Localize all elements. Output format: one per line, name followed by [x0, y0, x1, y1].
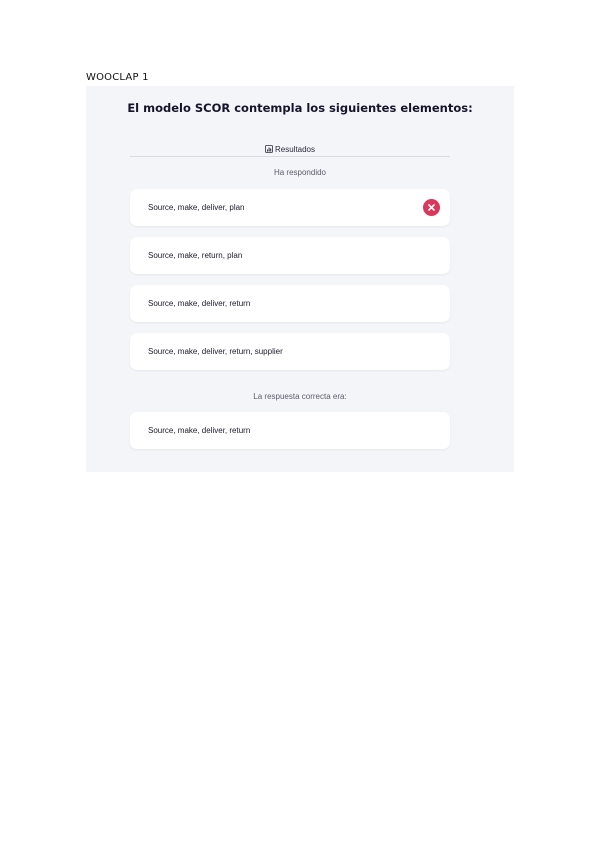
answer-option-text: Source, make, deliver, return, supplier — [148, 347, 283, 356]
correct-answer-card: Source, make, deliver, return — [130, 412, 450, 449]
quiz-panel: El modelo SCOR contempla los siguientes … — [86, 86, 514, 472]
answer-option-selected-wrong: Source, make, deliver, plan — [130, 189, 450, 226]
tab-divider — [130, 156, 450, 157]
answer-option-text: Source, make, deliver, plan — [148, 203, 245, 212]
results-tab[interactable]: Resultados — [130, 145, 450, 154]
close-icon — [423, 199, 440, 216]
document-page: WOOCLAP 1 El modelo SCOR contempla los s… — [0, 0, 599, 848]
document-heading: WOOCLAP 1 — [86, 72, 149, 83]
answer-option-text: Source, make, deliver, return — [148, 299, 251, 308]
question-title: El modelo SCOR contempla los siguientes … — [127, 101, 473, 115]
correct-answer-label: La respuesta correcta era: — [253, 392, 347, 401]
chart-icon — [265, 145, 273, 153]
results-tab-label: Resultados — [274, 145, 316, 154]
answer-option-text: Source, make, return, plan — [148, 251, 243, 260]
answer-option: Source, make, return, plan — [130, 237, 450, 274]
answer-option: Source, make, deliver, return, supplier — [130, 333, 450, 370]
correct-answer-text: Source, make, deliver, return — [148, 426, 251, 435]
answered-label: Ha respondido — [273, 168, 327, 177]
answer-option: Source, make, deliver, return — [130, 285, 450, 322]
